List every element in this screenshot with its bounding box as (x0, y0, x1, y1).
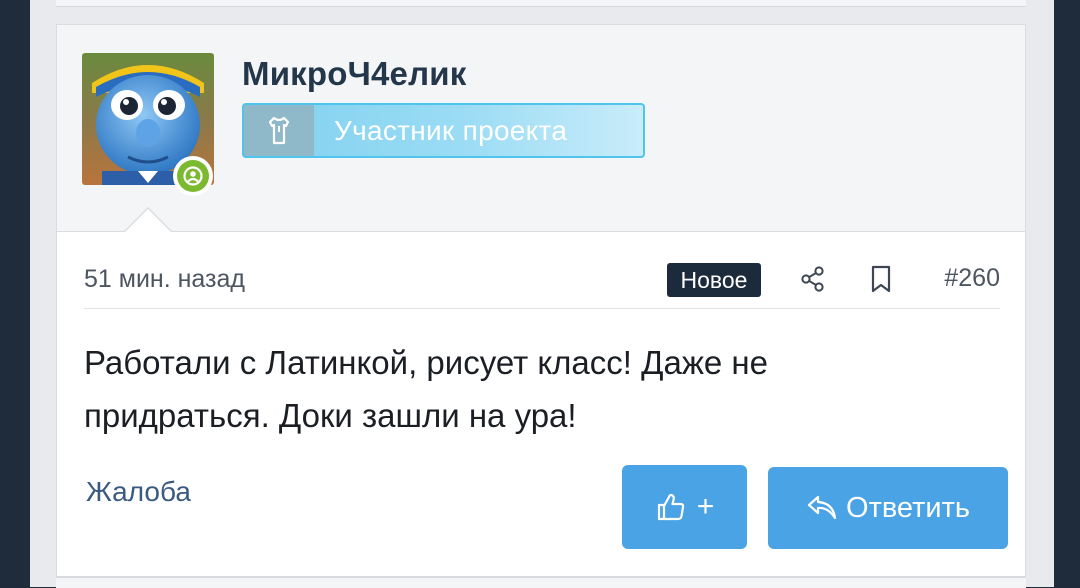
post-number-link[interactable]: #260 (944, 264, 1000, 293)
post-author-block: МикроЧ4елик Участник проекта (57, 25, 1025, 232)
user-online-icon (177, 160, 209, 192)
left-frame (0, 0, 30, 587)
shirt-icon (244, 105, 314, 156)
reply-label: Ответить (846, 491, 970, 524)
share-icon[interactable] (798, 264, 828, 294)
new-post-badge: Новое (667, 263, 761, 297)
thumbs-up-icon (657, 493, 684, 521)
post-meta-row: 51 мин. назад Новое #260 (84, 258, 1000, 309)
forum-post: МикроЧ4елик Участник проекта 51 мин. наз… (56, 24, 1026, 577)
online-status-badge (173, 156, 213, 196)
reply-button[interactable]: Ответить (768, 467, 1008, 549)
author-username[interactable]: МикроЧ4елик (242, 55, 466, 93)
post-time-ago[interactable]: 51 мин. назад (84, 265, 245, 294)
author-title-label: Участник проекта (334, 115, 568, 146)
author-title-banner: Участник проекта (242, 103, 645, 158)
post-body-line: придраться. Доки зашли на ура! (84, 397, 577, 434)
forum-page: МикроЧ4елик Участник проекта 51 мин. наз… (0, 0, 1080, 588)
post-body: Работали с Латинкой, рисует класс! Даже … (84, 336, 944, 442)
like-button[interactable]: + (622, 465, 747, 549)
like-plus-label: + (696, 490, 715, 523)
post-body-line: Работали с Латинкой, рисует класс! Даже … (84, 344, 768, 381)
report-link[interactable]: Жалоба (86, 476, 191, 508)
author-arrow (124, 209, 172, 233)
reply-arrow-icon (807, 495, 837, 520)
right-frame (1054, 0, 1080, 587)
bookmark-icon[interactable] (866, 264, 896, 294)
previous-post-edge (56, 0, 1026, 7)
next-post-edge (56, 577, 1026, 588)
